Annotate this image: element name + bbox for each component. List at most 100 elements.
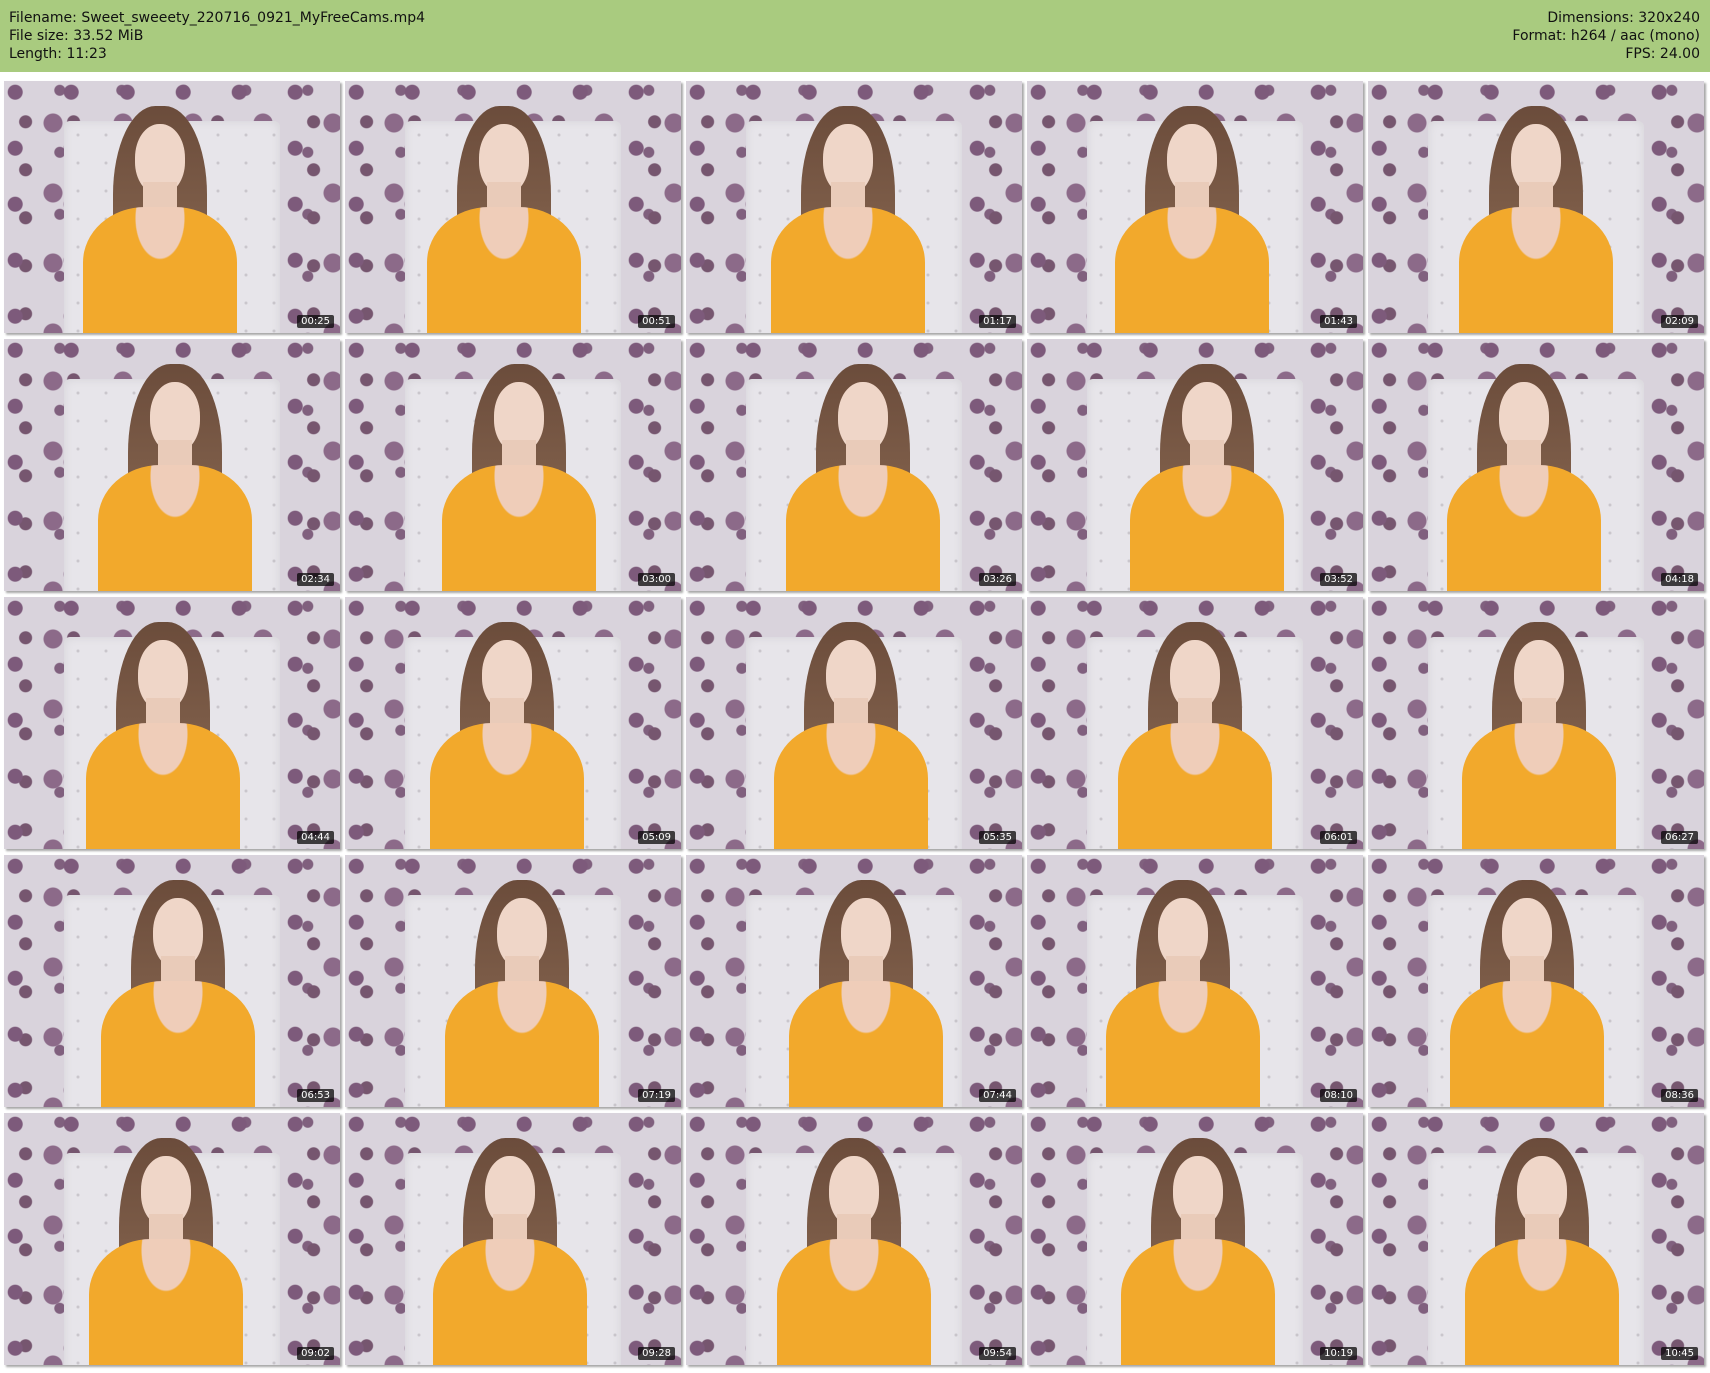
thumbnail-image: [1368, 1113, 1704, 1365]
thumbnail-timestamp: 08:36: [1661, 1089, 1698, 1102]
shirt-shape: [85, 723, 241, 849]
shirt-shape: [1446, 465, 1602, 591]
thumbnail-timestamp: 07:44: [979, 1089, 1016, 1102]
thumbnail-timestamp: 00:51: [638, 315, 675, 328]
video-thumbnail[interactable]: 04:18: [1368, 339, 1704, 591]
thumbnail-timestamp: 09:28: [638, 1347, 675, 1360]
file-info-right: Dimensions: 320x240 Format: h264 / aac (…: [1512, 9, 1700, 63]
shirt-shape: [88, 1239, 244, 1365]
shirt-shape: [1458, 207, 1614, 333]
video-thumbnail[interactable]: 06:53: [4, 855, 340, 1107]
fps-label: FPS:: [1625, 46, 1656, 62]
video-thumbnail[interactable]: 01:17: [686, 81, 1022, 333]
thumbnail-image: [1368, 81, 1704, 333]
thumbnail-image: [686, 339, 1022, 591]
filesize-line: File size: 33.52 MiB: [9, 27, 425, 45]
thumbnail-image: [1027, 81, 1363, 333]
video-thumbnail[interactable]: 05:09: [345, 597, 681, 849]
video-thumbnail[interactable]: 05:35: [686, 597, 1022, 849]
thumbnail-timestamp: 06:53: [297, 1089, 334, 1102]
length-label: Length:: [9, 46, 63, 62]
thumbnail-timestamp: 03:52: [1320, 573, 1357, 586]
shirt-shape: [1117, 723, 1273, 849]
thumbnail-timestamp: 05:35: [979, 831, 1016, 844]
thumbnail-timestamp: 03:00: [638, 573, 675, 586]
video-thumbnail[interactable]: 07:44: [686, 855, 1022, 1107]
shirt-shape: [444, 981, 600, 1107]
thumbnail-timestamp: 05:09: [638, 831, 675, 844]
video-thumbnail[interactable]: 10:45: [1368, 1113, 1704, 1365]
shirt-shape: [770, 207, 926, 333]
video-thumbnail[interactable]: 02:34: [4, 339, 340, 591]
video-thumbnail[interactable]: 00:25: [4, 81, 340, 333]
thumbnail-timestamp: 04:44: [297, 831, 334, 844]
filename-value: Sweet_sweeety_220716_0921_MyFreeCams.mp4: [81, 10, 426, 26]
video-thumbnail[interactable]: 06:01: [1027, 597, 1363, 849]
video-thumbnail[interactable]: 06:27: [1368, 597, 1704, 849]
video-thumbnail[interactable]: 01:43: [1027, 81, 1363, 333]
shirt-shape: [97, 465, 253, 591]
shirt-shape: [1114, 207, 1270, 333]
video-thumbnail[interactable]: 02:09: [1368, 81, 1704, 333]
thumbnail-image: [4, 855, 340, 1107]
fps-line: FPS: 24.00: [1512, 45, 1700, 63]
shirt-shape: [1105, 981, 1261, 1107]
thumbnail-image: [686, 855, 1022, 1107]
shirt-shape: [1129, 465, 1285, 591]
filename-label: Filename:: [9, 10, 77, 26]
thumbnail-image: [4, 339, 340, 591]
thumbnail-timestamp: 07:19: [638, 1089, 675, 1102]
dimensions-value: 320x240: [1638, 10, 1700, 26]
video-thumbnail[interactable]: 10:19: [1027, 1113, 1363, 1365]
length-line: Length: 11:23: [9, 45, 425, 63]
shirt-shape: [426, 207, 582, 333]
dimensions-line: Dimensions: 320x240: [1512, 9, 1700, 27]
thumbnail-timestamp: 08:10: [1320, 1089, 1357, 1102]
video-thumbnail[interactable]: 08:10: [1027, 855, 1363, 1107]
thumbnail-image: [1027, 1113, 1363, 1365]
shirt-shape: [785, 465, 941, 591]
thumbnail-timestamp: 02:34: [297, 573, 334, 586]
shirt-shape: [773, 723, 929, 849]
shirt-shape: [429, 723, 585, 849]
filesize-label: File size:: [9, 28, 69, 44]
thumbnail-image: [1027, 597, 1363, 849]
thumbnail-timestamp: 00:25: [297, 315, 334, 328]
video-thumbnail[interactable]: 04:44: [4, 597, 340, 849]
fps-value: 24.00: [1659, 46, 1700, 62]
thumbnail-image: [1027, 855, 1363, 1107]
shirt-shape: [1449, 981, 1605, 1107]
format-label: Format:: [1512, 28, 1567, 44]
thumbnail-image: [4, 1113, 340, 1365]
video-thumbnail[interactable]: 00:51: [345, 81, 681, 333]
thumbnail-timestamp: 06:27: [1661, 831, 1698, 844]
format-line: Format: h264 / aac (mono): [1512, 27, 1700, 45]
thumbnail-image: [1368, 855, 1704, 1107]
thumbnail-timestamp: 03:26: [979, 573, 1016, 586]
thumbnail-image: [345, 1113, 681, 1365]
thumbnail-timestamp: 02:09: [1661, 315, 1698, 328]
thumbnail-image: [4, 81, 340, 333]
video-thumbnail[interactable]: 03:52: [1027, 339, 1363, 591]
shirt-shape: [788, 981, 944, 1107]
info-header: Filename: Sweet_sweeety_220716_0921_MyFr…: [0, 0, 1710, 72]
video-thumbnail[interactable]: 07:19: [345, 855, 681, 1107]
filename-line: Filename: Sweet_sweeety_220716_0921_MyFr…: [9, 9, 425, 27]
format-value: h264 / aac (mono): [1570, 28, 1700, 44]
thumbnail-grid: 00:25 00:51 01:17 01:43 02:09 02:34 03:00 03:26…: [4, 81, 1704, 1365]
thumbnail-timestamp: 09:02: [297, 1347, 334, 1360]
thumbnail-image: [1368, 597, 1704, 849]
thumbnail-timestamp: 09:54: [979, 1347, 1016, 1360]
video-thumbnail[interactable]: 08:36: [1368, 855, 1704, 1107]
video-thumbnail[interactable]: 09:28: [345, 1113, 681, 1365]
filesize-value: 33.52 MiB: [73, 28, 144, 44]
thumbnail-image: [686, 1113, 1022, 1365]
video-thumbnail[interactable]: 03:26: [686, 339, 1022, 591]
thumbnail-image: [1368, 339, 1704, 591]
file-info-left: Filename: Sweet_sweeety_220716_0921_MyFr…: [9, 9, 425, 63]
shirt-shape: [441, 465, 597, 591]
thumbnail-image: [4, 597, 340, 849]
video-thumbnail[interactable]: 09:54: [686, 1113, 1022, 1365]
video-thumbnail[interactable]: 03:00: [345, 339, 681, 591]
video-thumbnail[interactable]: 09:02: [4, 1113, 340, 1365]
